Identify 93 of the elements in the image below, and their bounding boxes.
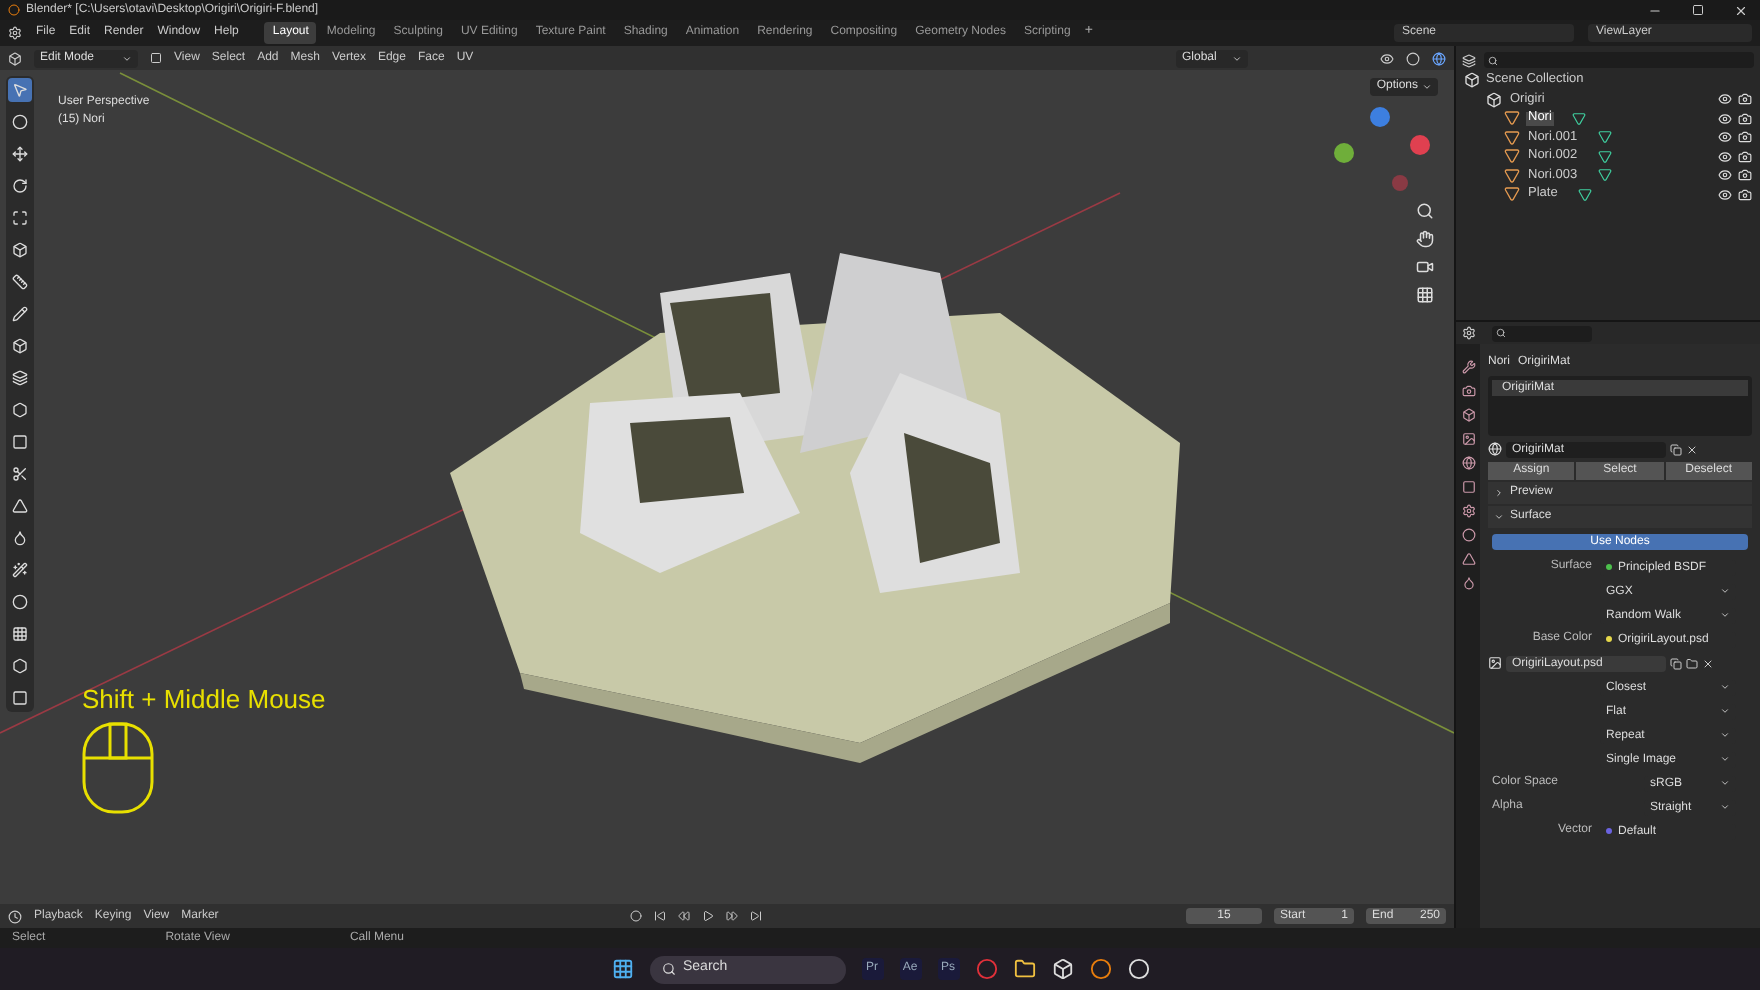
scene-collection-icon [1464, 72, 1480, 88]
properties-tab-icon[interactable] [1461, 360, 1475, 374]
search-icon [1496, 328, 1506, 338]
properties-tab-icon[interactable] [1461, 504, 1475, 518]
shortcut-hint: Shift + Middle Mouse [82, 682, 326, 718]
grid-icon[interactable] [1416, 286, 1434, 304]
properties-tab-icon[interactable] [1461, 456, 1475, 470]
mouse-icon [82, 722, 154, 814]
tool-button[interactable] [8, 494, 32, 518]
jump-start-icon[interactable] [654, 910, 666, 922]
tool-button[interactable] [8, 590, 32, 614]
hand-icon[interactable] [1416, 230, 1434, 248]
properties-tab-icon[interactable] [1461, 480, 1475, 494]
tool-button[interactable] [8, 686, 32, 710]
tool-button[interactable] [8, 206, 32, 230]
tool-button[interactable] [8, 654, 32, 678]
close-icon[interactable] [1702, 657, 1714, 669]
maximize-icon[interactable] [1692, 4, 1704, 16]
camera-icon[interactable] [1738, 187, 1752, 202]
material-icon[interactable] [1488, 442, 1502, 456]
rewind-icon[interactable] [678, 910, 690, 922]
chevron-down-icon [1720, 586, 1730, 596]
tool-button[interactable] [8, 174, 32, 198]
chevron-down-icon [1232, 53, 1242, 63]
collection-icon [1486, 91, 1502, 108]
close-icon[interactable] [1734, 3, 1748, 17]
chevron-down-icon [1422, 82, 1432, 92]
properties-tab-icon[interactable] [1461, 384, 1475, 398]
chevron-down-icon [1720, 682, 1730, 692]
tool-button[interactable] [8, 238, 32, 262]
zoom-icon[interactable] [1416, 202, 1434, 220]
shading-solid-icon[interactable] [1406, 51, 1420, 65]
camera-icon[interactable] [1738, 130, 1752, 145]
app-logo-icon [8, 4, 20, 16]
copy-icon[interactable] [1670, 657, 1682, 669]
tool-button[interactable] [8, 430, 32, 454]
overlay-icon[interactable] [1380, 51, 1394, 65]
shading-material-icon[interactable] [1432, 51, 1446, 65]
chevron-down-icon [1494, 512, 1504, 522]
camera-icon[interactable] [1738, 111, 1752, 126]
search-icon [1488, 55, 1498, 65]
chevron-down-icon [1720, 706, 1730, 716]
display-mode-icon[interactable] [1462, 53, 1476, 67]
tool-button[interactable] [8, 302, 32, 326]
tool-button[interactable] [8, 462, 32, 486]
search-icon [661, 962, 675, 976]
visibility-icon[interactable] [1718, 168, 1732, 183]
camera-icon[interactable] [1738, 168, 1752, 183]
tool-button[interactable] [8, 78, 32, 102]
timeline-editor-icon[interactable] [8, 909, 22, 923]
app-menu-icon[interactable] [8, 26, 22, 40]
visibility-icon[interactable] [1718, 130, 1732, 145]
chevron-down-icon [1720, 802, 1730, 812]
chevron-down-icon [1720, 754, 1730, 764]
properties-tab-icon[interactable] [1461, 408, 1475, 422]
copy-icon[interactable] [1670, 443, 1682, 455]
tool-button[interactable] [8, 398, 32, 422]
start-icon[interactable] [611, 958, 633, 980]
tool-button[interactable] [8, 270, 32, 294]
record-icon[interactable] [630, 910, 642, 922]
play-icon[interactable] [702, 910, 714, 922]
camera-icon[interactable] [1738, 92, 1752, 107]
camera-icon[interactable] [1738, 149, 1752, 164]
tool-button[interactable] [8, 110, 32, 134]
camera-view-icon[interactable] [1416, 258, 1434, 276]
editor-type-icon[interactable] [8, 51, 22, 65]
fast-forward-icon[interactable] [726, 910, 738, 922]
tool-button[interactable] [8, 366, 32, 390]
folder-icon[interactable] [1013, 958, 1035, 980]
visibility-icon[interactable] [1718, 111, 1732, 126]
vertex-select-icon[interactable] [150, 52, 162, 64]
tool-button[interactable] [8, 558, 32, 582]
tool-button[interactable] [8, 622, 32, 646]
chevron-down-icon [1720, 730, 1730, 740]
folder-icon[interactable] [1686, 657, 1698, 669]
close-icon[interactable] [1686, 443, 1698, 455]
properties-tab-icon[interactable] [1461, 432, 1475, 446]
app-logo-icon[interactable] [1089, 958, 1111, 980]
navigation-gizmo-drawing [1334, 107, 1430, 191]
chevron-down-icon [1720, 778, 1730, 788]
visibility-icon[interactable] [1718, 187, 1732, 202]
tool-button[interactable] [8, 334, 32, 358]
chevron-down-icon [1720, 610, 1730, 620]
jump-end-icon[interactable] [750, 910, 762, 922]
editor-type-icon[interactable] [1462, 326, 1476, 340]
image-icon[interactable] [1488, 656, 1502, 670]
search-field[interactable] [1484, 52, 1754, 68]
search-field[interactable] [1492, 325, 1592, 341]
visibility-icon[interactable] [1718, 92, 1732, 107]
chevron-down-icon [122, 53, 132, 63]
chevron-down-icon [1494, 488, 1504, 498]
tool-button[interactable] [8, 142, 32, 166]
visibility-icon[interactable] [1718, 149, 1732, 164]
